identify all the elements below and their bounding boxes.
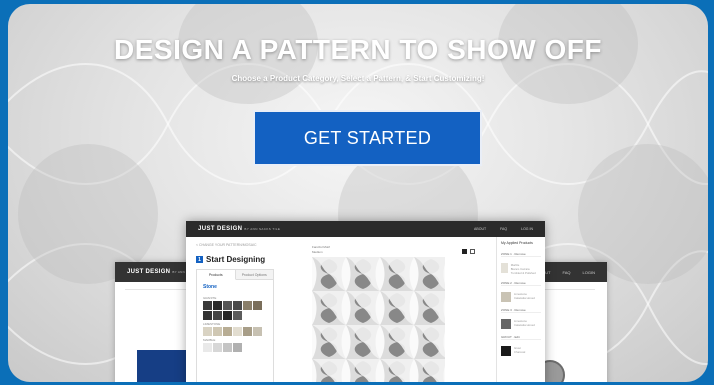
category-marble: MARBLE bbox=[203, 338, 216, 342]
zone-1-label: ZONE 1 · Remove bbox=[501, 252, 541, 257]
product-tabs: Products Product Options bbox=[197, 270, 273, 280]
swatch bbox=[203, 343, 212, 352]
back-brand-logo: JUST DESIGN BY ANN bbox=[127, 269, 186, 275]
tab-product-options: Product Options bbox=[235, 270, 273, 280]
front-nav: ABOUT FAQ LOG IN bbox=[474, 227, 533, 231]
view-toggle bbox=[462, 249, 475, 254]
front-nav-about: ABOUT bbox=[474, 227, 487, 231]
zone-2-label: ZONE 2 · Remove bbox=[501, 281, 541, 286]
swatch bbox=[223, 343, 232, 352]
get-started-button[interactable]: GET STARTED bbox=[253, 110, 482, 166]
swatch bbox=[203, 301, 212, 310]
hero-banner: DESIGN A PATTERN TO SHOW OFF Choose a Pr… bbox=[8, 4, 708, 382]
preview-window-front: JUST DESIGN BY ANN SACKS TILE ABOUT FAQ L… bbox=[186, 221, 545, 382]
grout: Grout Charcoal bbox=[501, 346, 541, 356]
swatch bbox=[213, 343, 222, 352]
front-header-bar: JUST DESIGN BY ANN SACKS TILE ABOUT FAQ L… bbox=[186, 221, 545, 237]
swatch bbox=[203, 311, 212, 320]
pattern-canvas bbox=[312, 257, 445, 382]
zone-3-swatch bbox=[501, 319, 511, 329]
swatch bbox=[243, 327, 252, 336]
hero-subtitle: Choose a Product Category, Select a Patt… bbox=[231, 74, 485, 83]
step-number-badge: 1 bbox=[196, 256, 203, 263]
granite-swatches bbox=[197, 301, 273, 320]
marble-swatches bbox=[197, 343, 273, 352]
product-panel: Products Product Options Stone GRANITE L… bbox=[196, 269, 274, 382]
front-nav-faq: FAQ bbox=[500, 227, 508, 231]
hero-title: DESIGN A PATTERN TO SHOW OFF bbox=[114, 34, 602, 65]
swatch bbox=[223, 327, 232, 336]
swatch bbox=[203, 327, 212, 336]
front-brand-logo: JUST DESIGN BY ANN SACKS TILE bbox=[198, 226, 281, 232]
swatch bbox=[243, 301, 252, 310]
grid-view-icon bbox=[470, 249, 475, 254]
grout-label: GROUT · Edit bbox=[501, 335, 541, 340]
swatch bbox=[233, 301, 242, 310]
breadcrumb: < CHANGE YOUR PATTERN/MOSAIC bbox=[196, 243, 257, 247]
swatch bbox=[253, 327, 262, 336]
swatch bbox=[213, 327, 222, 336]
zone-2-swatch bbox=[501, 292, 511, 302]
category-granite: GRANITE bbox=[203, 296, 217, 300]
single-view-icon bbox=[462, 249, 467, 254]
zone-1: Marble Bianco Carrara Tumbled & Polished bbox=[501, 263, 541, 275]
swatch bbox=[213, 311, 222, 320]
swatch bbox=[213, 301, 222, 310]
back-nav: ABOUT FAQ LOGIN bbox=[537, 270, 595, 275]
section-stone: Stone bbox=[203, 284, 217, 290]
category-limestone: LIMESTONE bbox=[203, 322, 221, 326]
start-designing-text: Start Designing bbox=[206, 255, 266, 264]
ogee-tile-pattern bbox=[312, 257, 445, 382]
back-product-image bbox=[137, 350, 189, 382]
tab-products: Products bbox=[197, 270, 236, 280]
limestone-swatches bbox=[197, 327, 273, 336]
pattern-label: Fanciful Motif Medium bbox=[312, 245, 330, 254]
swatch bbox=[253, 301, 262, 310]
zone-3-label: ZONE 3 · Remove bbox=[501, 308, 541, 313]
applied-products-title: My Applied Products bbox=[501, 241, 533, 245]
grout-swatch bbox=[501, 346, 511, 356]
zone-1-swatch bbox=[501, 263, 508, 273]
front-nav-login: LOG IN bbox=[521, 227, 533, 231]
start-designing-heading: 1 Start Designing bbox=[196, 255, 265, 264]
swatch bbox=[223, 311, 232, 320]
zone-2: Limestone Calacatta Honed bbox=[501, 292, 541, 302]
zone-3: Limestone Calacatta Honed bbox=[501, 319, 541, 329]
swatch bbox=[223, 301, 232, 310]
swatch bbox=[233, 311, 242, 320]
swatch bbox=[233, 343, 242, 352]
back-nav-faq: FAQ bbox=[562, 269, 571, 275]
back-nav-login: LOGIN bbox=[582, 269, 595, 275]
applied-products-sidebar: My Applied Products ZONE 1 · Remove Marb… bbox=[496, 237, 545, 382]
swatch bbox=[233, 327, 242, 336]
